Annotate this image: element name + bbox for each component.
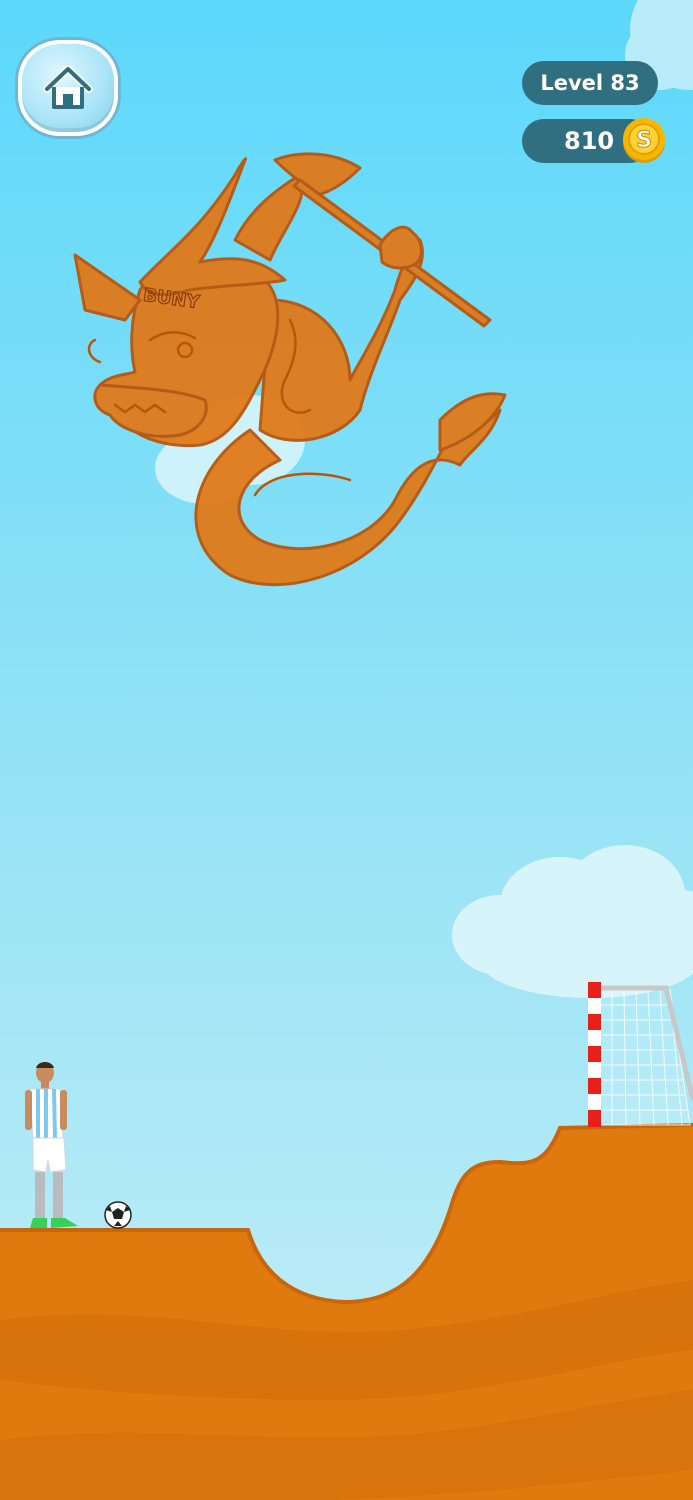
level-indicator: Level 83	[522, 61, 658, 105]
soccer-ball[interactable]	[104, 1201, 132, 1229]
home-icon	[43, 65, 93, 109]
coin-count: 810	[564, 127, 615, 155]
goal-net	[599, 989, 691, 1126]
goal-post	[588, 982, 601, 1127]
coin-symbol: S	[636, 128, 652, 153]
home-button[interactable]	[18, 40, 118, 136]
player	[25, 1062, 78, 1228]
cloud-right	[452, 845, 693, 998]
goal	[588, 982, 693, 1127]
coin-icon: S	[623, 118, 665, 163]
level-label: Level 83	[540, 71, 640, 95]
game-scene: BUNY	[0, 0, 693, 1500]
